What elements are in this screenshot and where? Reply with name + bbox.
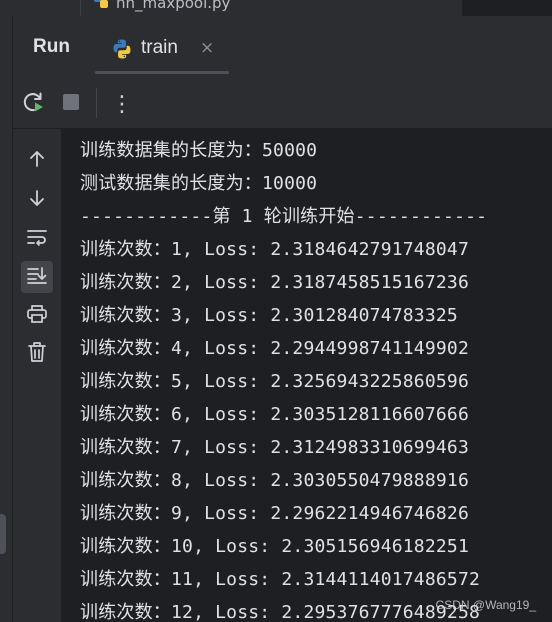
tool-window-title: Run <box>33 36 70 57</box>
close-icon[interactable]: × <box>200 38 214 58</box>
stop-button[interactable] <box>60 93 82 115</box>
arrow-down-icon <box>27 188 47 212</box>
console-line: 训练次数：11, Loss: 2.3144114017486572 <box>80 569 481 590</box>
more-options-button[interactable]: ⋮ <box>111 90 133 118</box>
console-line: 训练次数：8, Loss: 2.3030550479888916 <box>80 470 469 491</box>
editor-file-tab[interactable]: nn_maxpool.py <box>92 0 230 14</box>
console-line: ------------第 1 轮训练开始------------ <box>80 206 488 227</box>
run-toolbar: ⋮ <box>13 78 552 129</box>
trash-icon <box>27 341 47 367</box>
rerun-button[interactable] <box>21 91 47 117</box>
soft-wrap-button[interactable] <box>21 223 53 255</box>
print-button[interactable] <box>21 300 53 332</box>
more-vertical-icon: ⋮ <box>111 91 133 117</box>
console-line: 测试数据集的长度为：10000 <box>80 173 318 194</box>
run-tool-window: nn_maxpool.py Run train × ⋮ 训练数据集的长度为：50… <box>0 0 552 622</box>
console-line: 训练数据集的长度为：50000 <box>80 140 318 161</box>
tab-selected-indicator <box>95 71 229 74</box>
scroll-up-button[interactable] <box>21 145 53 177</box>
tool-window-header: Run train × <box>13 16 552 78</box>
console-line: 训练次数：3, Loss: 2.301284074783325 <box>80 305 458 326</box>
python-file-icon <box>92 0 110 14</box>
soft-wrap-icon <box>26 227 48 251</box>
rerun-icon <box>22 90 46 118</box>
divider <box>80 0 81 16</box>
console-output[interactable]: 训练数据集的长度为：50000 测试数据集的长度为：10000 --------… <box>61 129 552 622</box>
scroll-down-button[interactable] <box>21 184 53 216</box>
tab-label: train <box>141 37 178 58</box>
arrow-up-icon <box>27 149 47 173</box>
editor-tab-strip: nn_maxpool.py <box>0 0 552 17</box>
outer-gutter <box>0 16 13 622</box>
console-line: 训练次数：12, Loss: 2.2953767776489258 <box>80 602 481 622</box>
watermark: CSDN @Wang19_ <box>435 598 536 612</box>
print-icon <box>26 304 48 328</box>
toolbar-separator <box>96 88 97 118</box>
console-line: 训练次数：10, Loss: 2.305156946182251 <box>80 536 469 557</box>
console-line: 训练次数：4, Loss: 2.2944998741149902 <box>80 338 469 359</box>
console-line: 训练次数：2, Loss: 2.3187458515167236 <box>80 272 469 293</box>
python-icon <box>111 38 133 64</box>
console-line: 训练次数：5, Loss: 2.3256943225860596 <box>80 371 469 392</box>
console-line: 训练次数：6, Loss: 2.3035128116607666 <box>80 404 469 425</box>
console-line: 训练次数：7, Loss: 2.3124983310699463 <box>80 437 469 458</box>
console-line: 训练次数：1, Loss: 2.3184642791748047 <box>80 239 469 260</box>
gutter-handle[interactable] <box>0 514 6 554</box>
editor-right-area <box>462 0 552 16</box>
console-line: 训练次数：9, Loss: 2.2962214946746826 <box>80 503 469 524</box>
console-side-toolbar <box>13 129 61 622</box>
clear-all-button[interactable] <box>21 338 53 370</box>
run-config-tab-train[interactable]: train × <box>95 28 229 74</box>
scroll-to-end-icon <box>26 265 48 289</box>
stop-icon <box>62 93 80 115</box>
editor-file-name: nn_maxpool.py <box>116 0 231 12</box>
scroll-to-end-button[interactable] <box>21 261 53 293</box>
